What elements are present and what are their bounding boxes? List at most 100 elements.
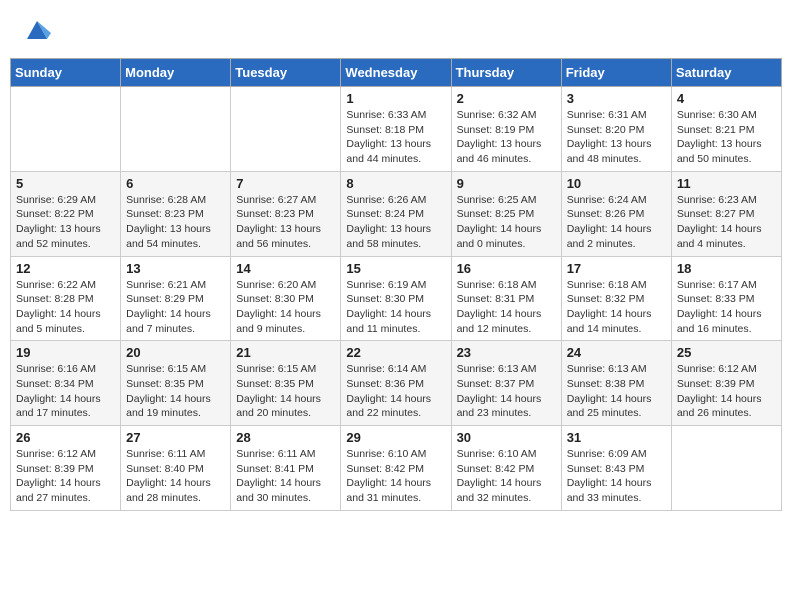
weekday-header-friday: Friday — [561, 59, 671, 87]
calendar-cell: 22Sunrise: 6:14 AMSunset: 8:36 PMDayligh… — [341, 341, 451, 426]
day-info: Sunrise: 6:32 AMSunset: 8:19 PMDaylight:… — [457, 108, 556, 167]
day-info: Sunrise: 6:15 AMSunset: 8:35 PMDaylight:… — [126, 362, 225, 421]
calendar-cell: 23 Sunrise: 6:13 AMSunset: 8:37 PMDayligh… — [451, 341, 561, 426]
day-info: Sunrise: 6:11 AMSunset: 8:41 PMDaylight:… — [236, 447, 335, 506]
calendar-cell: 6 Sunrise: 6:28 AMSunset: 8:23 PMDaylight… — [121, 171, 231, 256]
calendar-cell: 31 Sunrise: 6:09 AMSunset: 8:43 PMDayligh… — [561, 426, 671, 511]
logo — [20, 15, 51, 43]
day-info: Sunrise: 6:23 AMSunset: 8:27 PMDaylight:… — [677, 193, 776, 252]
calendar-cell: 12 Sunrise: 6:22 AMSunset: 8:28 PMDayligh… — [11, 256, 121, 341]
calendar-cell: 26 Sunrise: 6:12 AMSunset: 8:39 PMDayligh… — [11, 426, 121, 511]
day-number: 25 — [677, 345, 776, 360]
calendar-cell — [121, 87, 231, 172]
day-number: 1 — [346, 91, 445, 106]
day-number: 24 — [567, 345, 666, 360]
calendar-cell: 8 Sunrise: 6:26 AMSunset: 8:24 PMDaylight… — [341, 171, 451, 256]
calendar-cell: 13 Sunrise: 6:21 AMSunset: 8:29 PMDayligh… — [121, 256, 231, 341]
week-row-2: 5 Sunrise: 6:29 AMSunset: 8:22 PMDaylight… — [11, 171, 782, 256]
calendar-cell: 9Sunrise: 6:25 AMSunset: 8:25 PMDaylight… — [451, 171, 561, 256]
calendar-cell: 3 Sunrise: 6:31 AMSunset: 8:20 PMDaylight… — [561, 87, 671, 172]
day-number: 18 — [677, 261, 776, 276]
day-info: Sunrise: 6:12 AMSunset: 8:39 PMDaylight:… — [677, 362, 776, 421]
day-info: Sunrise: 6:26 AMSunset: 8:24 PMDaylight:… — [346, 193, 445, 252]
day-info: Sunrise: 6:18 AMSunset: 8:32 PMDaylight:… — [567, 278, 666, 337]
day-number: 21 — [236, 345, 335, 360]
day-number: 15 — [346, 261, 445, 276]
day-number: 8 — [346, 176, 445, 191]
weekday-header-wednesday: Wednesday — [341, 59, 451, 87]
day-number: 3 — [567, 91, 666, 106]
calendar-cell: 16 Sunrise: 6:18 AMSunset: 8:31 PMDayligh… — [451, 256, 561, 341]
logo-icon — [23, 15, 51, 43]
day-info: Sunrise: 6:18 AMSunset: 8:31 PMDaylight:… — [457, 278, 556, 337]
day-number: 14 — [236, 261, 335, 276]
weekday-header-tuesday: Tuesday — [231, 59, 341, 87]
day-number: 20 — [126, 345, 225, 360]
day-number: 30 — [457, 430, 556, 445]
day-number: 27 — [126, 430, 225, 445]
day-number: 2 — [457, 91, 556, 106]
calendar-cell: 11 Sunrise: 6:23 AMSunset: 8:27 PMDayligh… — [671, 171, 781, 256]
calendar-cell: 19 Sunrise: 6:16 AMSunset: 8:34 PMDayligh… — [11, 341, 121, 426]
day-number: 11 — [677, 176, 776, 191]
day-number: 26 — [16, 430, 115, 445]
day-info: Sunrise: 6:10 AMSunset: 8:42 PMDaylight:… — [346, 447, 445, 506]
calendar-cell: 15 Sunrise: 6:19 AMSunset: 8:30 PMDayligh… — [341, 256, 451, 341]
day-info: Sunrise: 6:11 AMSunset: 8:40 PMDaylight:… — [126, 447, 225, 506]
day-number: 22 — [346, 345, 445, 360]
day-number: 4 — [677, 91, 776, 106]
day-number: 10 — [567, 176, 666, 191]
day-number: 7 — [236, 176, 335, 191]
day-info: Sunrise: 6:21 AMSunset: 8:29 PMDaylight:… — [126, 278, 225, 337]
day-number: 5 — [16, 176, 115, 191]
calendar-cell: 24 Sunrise: 6:13 AMSunset: 8:38 PMDayligh… — [561, 341, 671, 426]
day-info: Sunrise: 6:19 AMSunset: 8:30 PMDaylight:… — [346, 278, 445, 337]
day-info: Sunrise: 6:31 AMSunset: 8:20 PMDaylight:… — [567, 108, 666, 167]
day-number: 16 — [457, 261, 556, 276]
day-info: Sunrise: 6:13 AMSunset: 8:38 PMDaylight:… — [567, 362, 666, 421]
calendar-table: SundayMondayTuesdayWednesdayThursdayFrid… — [10, 58, 782, 511]
day-info: Sunrise: 6:13 AMSunset: 8:37 PMDaylight:… — [457, 362, 556, 421]
weekday-header-row: SundayMondayTuesdayWednesdayThursdayFrid… — [11, 59, 782, 87]
day-info: Sunrise: 6:16 AMSunset: 8:34 PMDaylight:… — [16, 362, 115, 421]
weekday-header-monday: Monday — [121, 59, 231, 87]
week-row-4: 19 Sunrise: 6:16 AMSunset: 8:34 PMDayligh… — [11, 341, 782, 426]
day-number: 31 — [567, 430, 666, 445]
calendar-cell: 2 Sunrise: 6:32 AMSunset: 8:19 PMDaylight… — [451, 87, 561, 172]
week-row-1: 1 Sunrise: 6:33 AMSunset: 8:18 PMDaylight… — [11, 87, 782, 172]
day-number: 13 — [126, 261, 225, 276]
day-info: Sunrise: 6:30 AMSunset: 8:21 PMDaylight:… — [677, 108, 776, 167]
calendar-cell: 20 Sunrise: 6:15 AMSunset: 8:35 PMDayligh… — [121, 341, 231, 426]
calendar-cell: 25 Sunrise: 6:12 AMSunset: 8:39 PMDayligh… — [671, 341, 781, 426]
weekday-header-thursday: Thursday — [451, 59, 561, 87]
weekday-header-sunday: Sunday — [11, 59, 121, 87]
calendar-cell — [231, 87, 341, 172]
day-number: 19 — [16, 345, 115, 360]
week-row-3: 12 Sunrise: 6:22 AMSunset: 8:28 PMDayligh… — [11, 256, 782, 341]
calendar-cell: 14Sunrise: 6:20 AMSunset: 8:30 PMDayligh… — [231, 256, 341, 341]
calendar-cell: 29 Sunrise: 6:10 AMSunset: 8:42 PMDayligh… — [341, 426, 451, 511]
calendar-cell: 17Sunrise: 6:18 AMSunset: 8:32 PMDayligh… — [561, 256, 671, 341]
calendar-cell: 18 Sunrise: 6:17 AMSunset: 8:33 PMDayligh… — [671, 256, 781, 341]
day-number: 6 — [126, 176, 225, 191]
day-info: Sunrise: 6:17 AMSunset: 8:33 PMDaylight:… — [677, 278, 776, 337]
page-header — [10, 10, 782, 48]
day-number: 12 — [16, 261, 115, 276]
calendar-cell — [11, 87, 121, 172]
calendar-cell: 27 Sunrise: 6:11 AMSunset: 8:40 PMDayligh… — [121, 426, 231, 511]
day-number: 23 — [457, 345, 556, 360]
day-info: Sunrise: 6:27 AMSunset: 8:23 PMDaylight:… — [236, 193, 335, 252]
day-number: 29 — [346, 430, 445, 445]
calendar-cell: 4 Sunrise: 6:30 AMSunset: 8:21 PMDaylight… — [671, 87, 781, 172]
day-info: Sunrise: 6:25 AMSunset: 8:25 PMDaylight:… — [457, 193, 556, 252]
calendar-cell: 10Sunrise: 6:24 AMSunset: 8:26 PMDayligh… — [561, 171, 671, 256]
day-info: Sunrise: 6:22 AMSunset: 8:28 PMDaylight:… — [16, 278, 115, 337]
day-info: Sunrise: 6:12 AMSunset: 8:39 PMDaylight:… — [16, 447, 115, 506]
calendar-cell: 21 Sunrise: 6:15 AMSunset: 8:35 PMDayligh… — [231, 341, 341, 426]
day-info: Sunrise: 6:33 AMSunset: 8:18 PMDaylight:… — [346, 108, 445, 167]
day-info: Sunrise: 6:29 AMSunset: 8:22 PMDaylight:… — [16, 193, 115, 252]
day-info: Sunrise: 6:28 AMSunset: 8:23 PMDaylight:… — [126, 193, 225, 252]
day-info: Sunrise: 6:15 AMSunset: 8:35 PMDaylight:… — [236, 362, 335, 421]
weekday-header-saturday: Saturday — [671, 59, 781, 87]
day-info: Sunrise: 6:09 AMSunset: 8:43 PMDaylight:… — [567, 447, 666, 506]
